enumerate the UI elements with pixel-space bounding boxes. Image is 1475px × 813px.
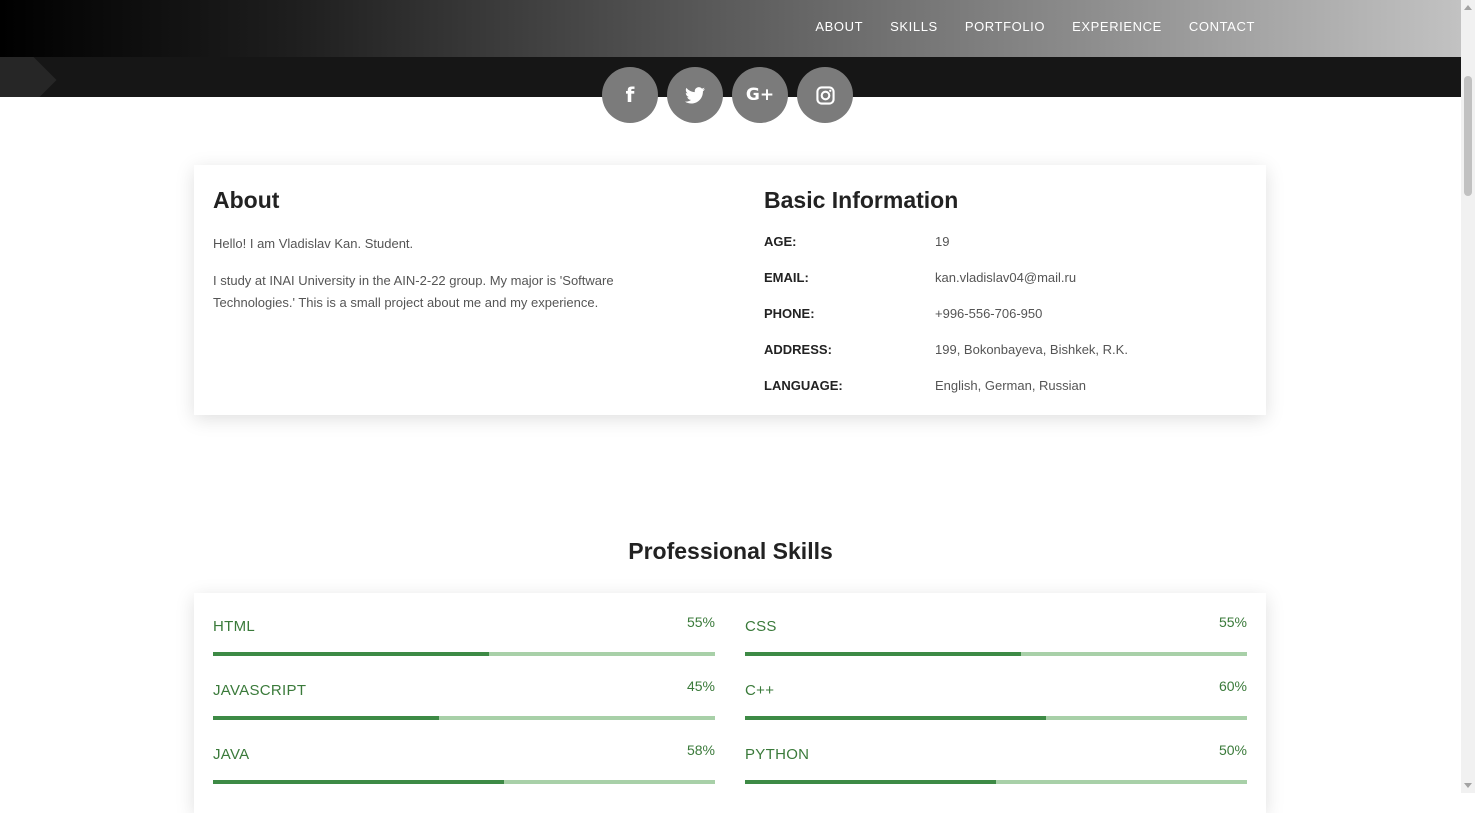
main-nav: ABOUT SKILLS PORTFOLIO EXPERIENCE CONTAC…: [815, 19, 1255, 34]
info-label: LANGUAGE:: [764, 378, 843, 393]
skill-percent: 45%: [686, 678, 715, 694]
skill-percent: 55%: [1218, 614, 1247, 630]
skill-bar: [213, 652, 715, 656]
skills-card: HTML 55% CSS 55% JAVASCRIPT 45% C++ 60% …: [194, 593, 1266, 813]
basic-info-title: Basic Information: [764, 187, 959, 213]
skill-name: JAVASCRIPT: [213, 682, 307, 699]
facebook-button[interactable]: f: [602, 67, 658, 123]
twitter-icon: [685, 86, 705, 103]
scroll-up-arrow-icon[interactable]: [1464, 5, 1472, 10]
skill-name: C++: [745, 682, 775, 699]
skill-bar: [745, 780, 1247, 784]
skill-name: PYTHON: [745, 746, 810, 763]
skill-percent: 50%: [1218, 742, 1247, 758]
info-value: 199, Bokonbayeva, Bishkek, R.K.: [935, 342, 1128, 357]
nav-item-contact[interactable]: CONTACT: [1189, 19, 1255, 34]
skill-item-cpp: C++ 60%: [745, 657, 1247, 720]
info-value: 19: [935, 234, 950, 249]
about-card: About Hello! I am Vladislav Kan. Student…: [194, 165, 1266, 415]
skill-bar-fill: [745, 652, 1022, 656]
about-text: Hello! I am Vladislav Kan. Student. I st…: [213, 233, 693, 329]
skill-name: CSS: [745, 618, 777, 635]
info-label: EMAIL:: [764, 270, 809, 285]
twitter-button[interactable]: [667, 67, 723, 123]
skills-title: Professional Skills: [628, 538, 833, 564]
skill-bar-fill: [745, 780, 996, 784]
info-label: AGE:: [764, 234, 797, 249]
nav-item-experience[interactable]: EXPERIENCE: [1072, 19, 1162, 34]
skill-name: HTML: [213, 618, 256, 635]
nav-item-skills[interactable]: SKILLS: [890, 19, 938, 34]
google-plus-button[interactable]: G+: [732, 67, 788, 123]
nav-item-about[interactable]: ABOUT: [815, 19, 863, 34]
skill-bar-fill: [213, 716, 439, 720]
skill-bar: [213, 780, 715, 784]
skill-bar-fill: [213, 780, 505, 784]
skill-bar-fill: [213, 652, 490, 656]
info-label: ADDRESS:: [764, 342, 832, 357]
scroll-down-arrow-icon[interactable]: [1464, 783, 1472, 788]
scrollbar[interactable]: [1461, 0, 1475, 793]
about-paragraph: Hello! I am Vladislav Kan. Student.: [213, 236, 414, 251]
info-value: kan.vladislav04@mail.ru: [935, 270, 1077, 285]
info-label: PHONE:: [764, 306, 815, 321]
scrollbar-thumb[interactable]: [1464, 76, 1472, 196]
skill-bar: [213, 716, 715, 720]
skill-item-css: CSS 55%: [745, 593, 1247, 656]
skill-percent: 60%: [1218, 678, 1247, 694]
social-links: f G+: [602, 67, 853, 123]
skill-item-javascript: JAVASCRIPT 45%: [213, 657, 715, 720]
info-value: +996-556-706-950: [935, 306, 1043, 321]
about-paragraph: I study at INAI University in the AIN-2-…: [213, 273, 614, 310]
skill-item-html: HTML 55%: [213, 593, 715, 656]
skill-item-java: JAVA 58%: [213, 721, 715, 784]
skill-bar: [745, 652, 1247, 656]
skill-name: JAVA: [213, 746, 250, 763]
nav-item-portfolio[interactable]: PORTFOLIO: [965, 19, 1045, 34]
navbar: ABOUT SKILLS PORTFOLIO EXPERIENCE CONTAC…: [0, 0, 1461, 57]
info-value: English, German, Russian: [935, 378, 1087, 393]
skill-bar: [745, 716, 1247, 720]
skill-bar-fill: [745, 716, 1047, 720]
skill-item-python: PYTHON 50%: [745, 721, 1247, 784]
facebook-icon: f: [625, 83, 635, 107]
skill-percent: 58%: [686, 742, 715, 758]
skill-percent: 55%: [686, 614, 715, 630]
google-plus-icon: G+: [745, 85, 775, 105]
instagram-icon: [815, 85, 835, 105]
about-title: About: [213, 187, 280, 213]
instagram-button[interactable]: [797, 67, 853, 123]
